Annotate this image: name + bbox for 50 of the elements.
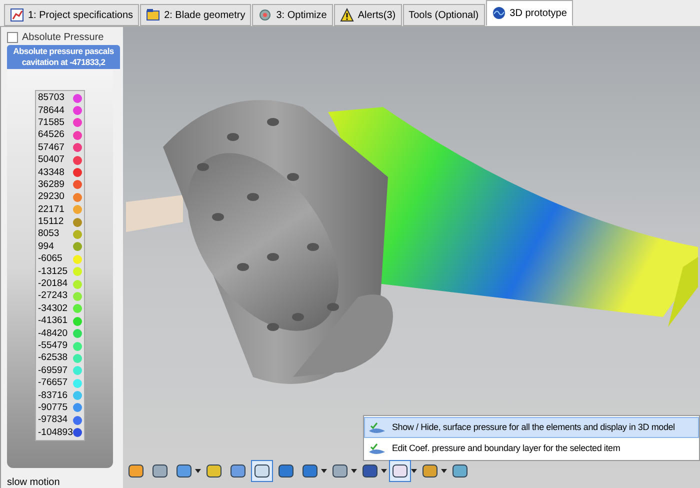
- legend-value: 57467: [38, 142, 64, 154]
- checkbox[interactable]: [7, 32, 18, 43]
- legend-title: Absolute pressure pascals cavitation at -471833,2: [7, 45, 120, 69]
- legend-value: -104893: [38, 426, 73, 439]
- legend-value: 8053: [38, 228, 60, 240]
- legend-value: 15112: [38, 216, 64, 228]
- caret-icon[interactable]: [411, 469, 417, 473]
- legend-value: 29230: [38, 191, 64, 204]
- caret-icon[interactable]: [195, 469, 201, 473]
- legend-value: -83716: [38, 390, 68, 402]
- legend-value: -48420: [38, 328, 68, 340]
- warning-icon: [340, 8, 354, 22]
- legend-value: 71585: [38, 116, 64, 129]
- legend-value: -27243: [38, 290, 68, 302]
- tab[interactable]: 3D prototype: [486, 0, 573, 26]
- folder-icon: [146, 8, 160, 22]
- caret-icon[interactable]: [351, 469, 357, 473]
- legend-value: -62538: [38, 352, 68, 364]
- globe-icon: [492, 6, 506, 20]
- legend-value: 22171: [38, 204, 64, 216]
- legend-value: -6065: [38, 253, 62, 266]
- checkbox-label: Absolute Pressure: [22, 31, 104, 45]
- caret-icon[interactable]: [381, 469, 387, 473]
- menu-item[interactable]: Edit Coef. pressure and boundary layer for the selected item: [364, 438, 699, 459]
- legend-value: -13125: [38, 266, 68, 278]
- legend-value: -20184: [38, 278, 68, 290]
- legend-value: -34302: [38, 302, 68, 315]
- legend-value: -41361: [38, 315, 68, 328]
- tab[interactable]: Tools (Optional): [402, 4, 485, 26]
- legend-value: -76657: [38, 377, 68, 390]
- status-text: slow motion: [7, 478, 61, 488]
- caret-icon[interactable]: [321, 469, 327, 473]
- tab[interactable]: 3: Optimize: [252, 4, 333, 26]
- legend-value: 36289: [38, 178, 64, 191]
- chart-icon: [10, 8, 24, 22]
- legend-value: 64526: [38, 129, 64, 142]
- caret-icon[interactable]: [441, 469, 447, 473]
- tab[interactable]: 1: Project specifications: [4, 4, 140, 26]
- tab[interactable]: 2: Blade geometry: [140, 4, 252, 26]
- legend-value: -90775: [38, 402, 68, 414]
- menu-item[interactable]: Show / Hide, surface pressure for all the elements and display in 3D model: [364, 417, 699, 438]
- legend-value: -55479: [38, 340, 68, 352]
- legend-value: 50407: [38, 154, 64, 166]
- legend-value: 43348: [38, 166, 64, 179]
- legend-value: -97834: [38, 414, 68, 426]
- legend-value: 85703: [38, 92, 64, 104]
- tab[interactable]: Alerts(3): [334, 4, 402, 26]
- legend-value: -69597: [38, 364, 68, 377]
- legend-value: 994: [38, 240, 54, 253]
- legend-value: 78644: [38, 104, 64, 117]
